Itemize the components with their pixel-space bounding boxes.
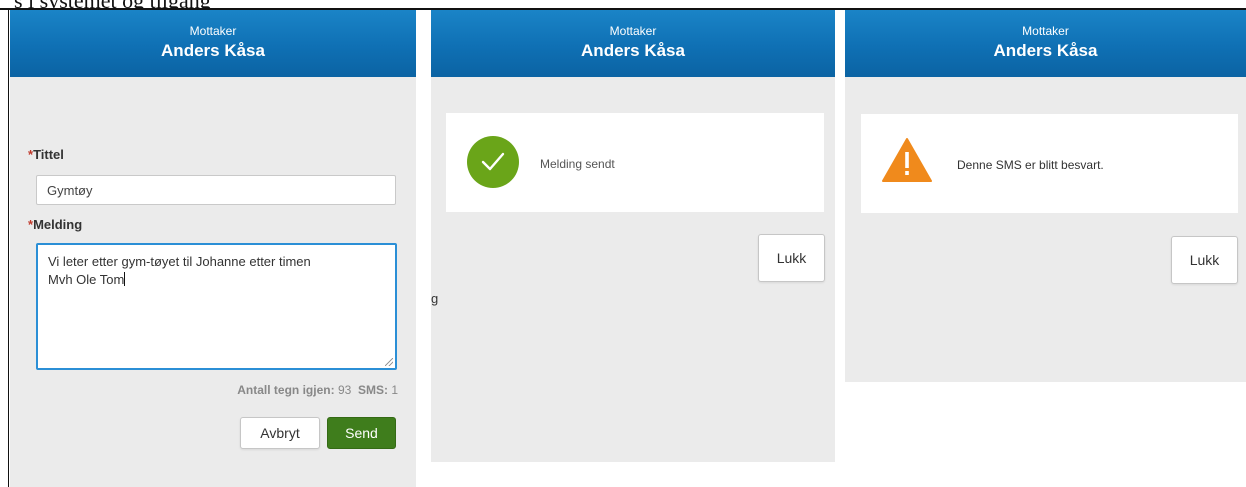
message-label-text: Melding bbox=[33, 217, 83, 232]
title-input-value: Gymtøy bbox=[47, 183, 93, 198]
message-line: Vi leter etter gym-tøyet til Johanne ett… bbox=[48, 254, 311, 269]
warning-triangle-icon bbox=[882, 138, 932, 182]
title-label-text: Tittel bbox=[33, 147, 64, 162]
character-counter: Antall tegn igjen: 93 SMS: 1 bbox=[237, 383, 398, 397]
status-message: Melding sendt bbox=[540, 157, 615, 171]
stray-character: g bbox=[431, 291, 439, 306]
chars-left-label: Antall tegn igjen: bbox=[237, 383, 335, 397]
recipient-label: Mottaker bbox=[1022, 24, 1069, 38]
left-divider bbox=[8, 8, 9, 487]
recipient-name: Anders Kåsa bbox=[161, 41, 265, 60]
send-button[interactable]: Send bbox=[327, 417, 396, 449]
recipient-header: Mottaker Anders Kåsa bbox=[10, 10, 416, 77]
recipient-label: Mottaker bbox=[609, 24, 657, 38]
status-message: Denne SMS er blitt besvart. bbox=[957, 158, 1104, 172]
title-label: *Tittel bbox=[28, 147, 64, 162]
chars-left-value: 93 bbox=[337, 383, 352, 397]
check-circle-icon bbox=[467, 136, 519, 188]
resize-handle-icon[interactable] bbox=[385, 358, 393, 366]
close-button[interactable]: Lukk bbox=[758, 234, 825, 282]
recipient-header: Mottaker Anders Kåsa bbox=[845, 10, 1246, 77]
close-button[interactable]: Lukk bbox=[1171, 236, 1238, 284]
recipient-label: Mottaker bbox=[189, 24, 237, 38]
sms-answered-panel: Mottaker Anders Kåsa Denne SMS er blitt … bbox=[845, 10, 1246, 382]
sms-count-value: 1 bbox=[391, 383, 398, 397]
message-line: Mvh Ole Tom bbox=[48, 271, 385, 289]
sms-count-label: SMS: bbox=[357, 383, 388, 397]
recipient-header: Mottaker Anders Kåsa bbox=[431, 10, 835, 77]
text-cursor bbox=[124, 272, 126, 286]
recipient-name: Anders Kåsa bbox=[581, 41, 685, 60]
recipient-name: Anders Kåsa bbox=[993, 41, 1098, 60]
status-card: Melding sendt bbox=[446, 113, 824, 212]
message-line-text: Mvh Ole Tom bbox=[48, 272, 125, 287]
cancel-button[interactable]: Avbryt bbox=[240, 417, 320, 449]
title-input[interactable]: Gymtøy bbox=[36, 175, 396, 205]
message-label: *Melding bbox=[28, 217, 82, 232]
compose-sms-panel: Mottaker Anders Kåsa *Tittel Gymtøy *Mel… bbox=[10, 10, 416, 487]
message-textarea[interactable]: Vi leter etter gym-tøyet til Johanne ett… bbox=[36, 243, 397, 370]
message-sent-panel: Mottaker Anders Kåsa Melding sendt Lukk bbox=[431, 10, 835, 462]
status-card: Denne SMS er blitt besvart. bbox=[861, 114, 1238, 213]
